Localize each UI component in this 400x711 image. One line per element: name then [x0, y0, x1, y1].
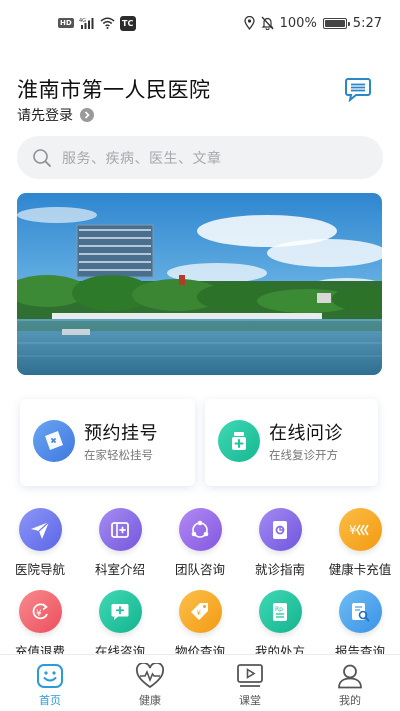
message-button[interactable] — [343, 74, 373, 104]
signal-icon: 4G — [79, 17, 95, 29]
wifi-icon — [100, 17, 115, 29]
hd-badge: HD — [58, 18, 74, 28]
service-visit-guide[interactable]: 就诊指南 — [242, 508, 318, 578]
battery-fill — [324, 19, 345, 27]
tab-label: 我的 — [339, 694, 361, 707]
video-class-icon — [237, 664, 263, 687]
online-consultation-subtitle: 在线复诊开方 — [269, 448, 338, 462]
service-report-query[interactable]: 报告查询 — [322, 590, 398, 660]
search-bar[interactable]: 服务、疾病、医生、文章 — [17, 136, 383, 179]
search-placeholder: 服务、疾病、医生、文章 — [62, 150, 222, 167]
battery-icon — [322, 17, 350, 29]
chevron-right-icon — [80, 108, 94, 122]
navigation-plane-icon — [18, 508, 62, 551]
chat-plus-icon — [98, 590, 142, 633]
message-icon — [345, 77, 371, 102]
appointment-card[interactable]: 预约挂号 在家轻松挂号 — [20, 399, 195, 486]
department-card-icon — [98, 508, 142, 551]
tab-label: 健康 — [139, 694, 161, 707]
home-smile-icon — [37, 664, 63, 688]
service-online-consult[interactable]: 在线咨询 — [82, 590, 158, 660]
appointment-subtitle: 在家轻松挂号 — [84, 448, 153, 462]
svg-text:¥: ¥ — [36, 609, 42, 619]
clock-time: 5:27 — [352, 15, 382, 31]
svg-text:¥: ¥ — [349, 523, 357, 537]
tab-home[interactable]: 首页 — [0, 655, 100, 711]
user-icon — [338, 664, 362, 689]
location-icon — [243, 16, 255, 30]
svg-text:¥: ¥ — [197, 609, 202, 617]
team-icon — [178, 508, 222, 551]
online-consultation-card[interactable]: 在线问诊 在线复诊开方 — [205, 399, 378, 486]
medicine-bottle-icon — [218, 420, 260, 462]
tab-health[interactable]: 健康 — [100, 655, 200, 711]
banner-carousel[interactable] — [17, 193, 382, 375]
guide-book-icon — [258, 508, 302, 551]
service-my-prescription[interactable]: Rp 我的处方 — [242, 590, 318, 660]
service-label: 医院导航 — [14, 562, 65, 577]
app-badge-icon: TC — [119, 15, 136, 31]
service-label: 科室介绍 — [94, 562, 145, 577]
service-refund[interactable]: ¥ 充值退费 — [2, 590, 78, 660]
ticket-icon — [33, 420, 75, 462]
tab-classroom[interactable]: 课堂 — [200, 655, 300, 711]
hospital-title: 淮南市第一人民医院 — [17, 78, 211, 102]
status-left: HD 4G TC — [58, 15, 136, 31]
status-bar: HD 4G TC 100% 5:27 — [0, 0, 400, 46]
heart-pulse-icon — [135, 663, 165, 689]
service-label: 团队咨询 — [174, 562, 225, 577]
service-label: 健康卡充值 — [328, 562, 392, 577]
search-icon — [33, 148, 51, 167]
refund-icon: ¥ — [18, 590, 62, 633]
service-team-consult[interactable]: 团队咨询 — [162, 508, 238, 578]
mute-bell-icon — [261, 16, 274, 30]
health-card-icon: ¥ — [338, 508, 382, 551]
tab-mine[interactable]: 我的 — [300, 655, 400, 711]
svg-text:Rp: Rp — [275, 606, 283, 613]
tab-label: 首页 — [39, 694, 61, 707]
battery-percent: 100% — [279, 15, 317, 31]
service-department-intro[interactable]: 科室介绍 — [82, 508, 158, 578]
prescription-icon: Rp — [258, 590, 302, 633]
service-price-query[interactable]: ¥ 物价查询 — [162, 590, 238, 660]
service-health-card-topup[interactable]: ¥ 健康卡充值 — [322, 508, 398, 578]
status-right: 100% 5:27 — [243, 15, 382, 31]
report-search-icon — [338, 590, 382, 633]
login-prompt: 请先登录 — [17, 108, 73, 124]
online-consultation-title: 在线问诊 — [269, 423, 343, 444]
service-hospital-navigation[interactable]: 医院导航 — [2, 508, 78, 578]
service-label: 就诊指南 — [254, 562, 305, 577]
bottom-tab-bar: 首页 健康 课堂 我的 — [0, 654, 400, 711]
hospital-lake-photo — [17, 193, 382, 375]
price-tag-icon: ¥ — [178, 590, 222, 633]
login-link[interactable]: 请先登录 — [17, 105, 94, 125]
appointment-title: 预约挂号 — [84, 423, 158, 444]
tab-label: 课堂 — [239, 694, 261, 707]
